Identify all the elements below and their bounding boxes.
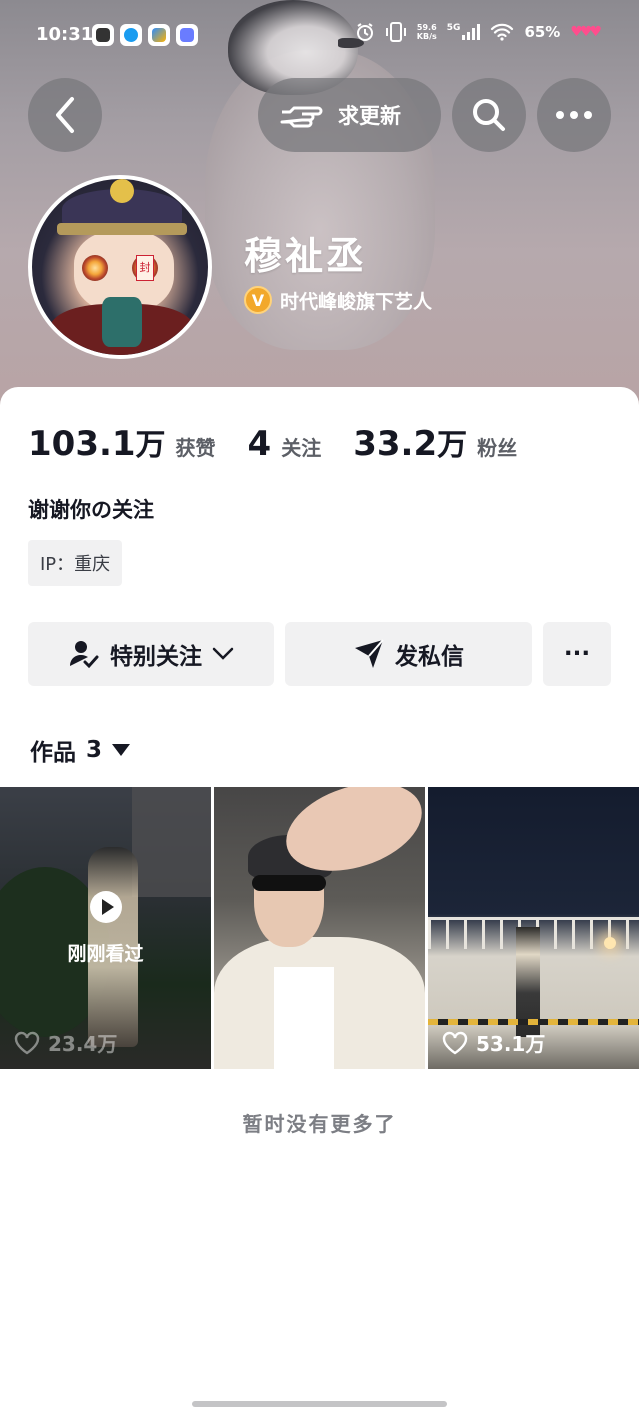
stat-likes-unit: 万 (135, 428, 166, 463)
verified-badge-icon: V (244, 286, 272, 314)
stat-likes-label[interactable]: 获赞 (176, 432, 216, 461)
stat-followers-unit: 万 (437, 428, 468, 463)
caret-down-icon (112, 744, 131, 756)
avatar-eye (82, 255, 108, 281)
chevron-left-icon (56, 97, 74, 133)
stat-following-label[interactable]: 关注 (281, 432, 321, 461)
verified-text: 时代峰峻旗下艺人 (280, 290, 433, 313)
pointing-hand-icon (280, 106, 323, 128)
special-follow-label: 特别关注 (110, 644, 202, 670)
heart-icon: ♥♥♥ (570, 24, 602, 40)
special-follow-button[interactable]: 特别关注 (28, 622, 274, 686)
request-update-button[interactable]: 求更新 (258, 78, 441, 152)
search-button[interactable] (452, 78, 526, 152)
video-thumbnail[interactable]: 53.1万 (428, 787, 639, 1069)
thumb-likes: 53.1万 (442, 1028, 545, 1057)
stat-likes-number: 103.1 (28, 424, 136, 464)
video-thumbnail[interactable]: 刚刚看过 23.4万 (0, 787, 211, 1069)
notification-app-icon (148, 24, 170, 46)
back-button[interactable] (28, 78, 102, 152)
profile-bio: 谢谢你の关注 (28, 498, 154, 522)
no-more-content-note: 暂时没有更多了 (242, 1112, 397, 1136)
more-actions-button[interactable]: ··· (543, 622, 611, 686)
heart-outline-icon (14, 1031, 40, 1054)
stat-followers-label[interactable]: 粉丝 (477, 432, 517, 461)
more-dots-icon: ··· (563, 641, 591, 667)
avatar-hat-badge (110, 179, 134, 203)
heart-outline-icon (442, 1031, 468, 1054)
just-watched-label: 刚刚看过 (67, 943, 144, 965)
user-check-icon (70, 641, 99, 669)
play-icon (90, 891, 122, 923)
works-tab[interactable]: 作品 3 (30, 733, 131, 767)
stat-following-number: 4 (247, 424, 272, 464)
verified-label: V 时代峰峻旗下艺人 (244, 286, 432, 314)
works-label: 作品 (30, 740, 76, 766)
video-thumbnail[interactable] (214, 787, 425, 1069)
thumb-likes-count: 53.1万 (476, 1032, 546, 1056)
send-message-label: 发私信 (395, 644, 464, 670)
home-indicator[interactable] (192, 1401, 447, 1407)
notification-app-icon (176, 24, 198, 46)
send-message-button[interactable]: 发私信 (285, 622, 532, 686)
chevron-down-icon (212, 647, 234, 660)
thumb-ground-stripe (428, 1019, 639, 1025)
avatar[interactable]: 封 (28, 175, 212, 359)
notification-app-icon (92, 24, 114, 46)
thumb-light (604, 937, 616, 949)
more-options-button[interactable] (537, 78, 611, 152)
alarm-icon (356, 23, 373, 41)
stat-followers-number: 33.2 (353, 424, 438, 464)
status-time: 10:31 (36, 24, 94, 45)
profile-stats: 103.1 万 获赞 4 关注 33.2 万 粉丝 (28, 420, 549, 464)
avatar-tie (102, 297, 142, 347)
more-dots-icon (556, 111, 592, 119)
avatar-hat-band (57, 223, 187, 235)
thumb-likes-count: 23.4万 (48, 1032, 118, 1056)
cellular-signal-icon: 5G (447, 24, 481, 40)
ip-location-tag: IP：重庆 (28, 540, 123, 586)
vibrate-icon (385, 22, 406, 42)
profile-name: 穆祉丞 (244, 234, 368, 278)
battery-level: 65% (524, 23, 561, 41)
net-speed: 59.6 KB/s (416, 23, 437, 41)
search-icon (473, 99, 505, 131)
notification-app-icon (120, 24, 142, 46)
wifi-icon (491, 23, 514, 41)
send-plane-icon (355, 639, 384, 668)
thumb-sunglasses (252, 875, 326, 891)
status-bar: 10:31 59.6 KB/s 5G 65% ♥♥♥ (0, 18, 639, 54)
works-count: 3 (86, 737, 103, 763)
avatar-seal: 封 (136, 255, 154, 281)
thumb-shirt (274, 967, 334, 1069)
request-update-label: 求更新 (338, 104, 401, 128)
thumb-likes: 23.4万 (14, 1028, 117, 1057)
thumb-building (132, 787, 211, 897)
